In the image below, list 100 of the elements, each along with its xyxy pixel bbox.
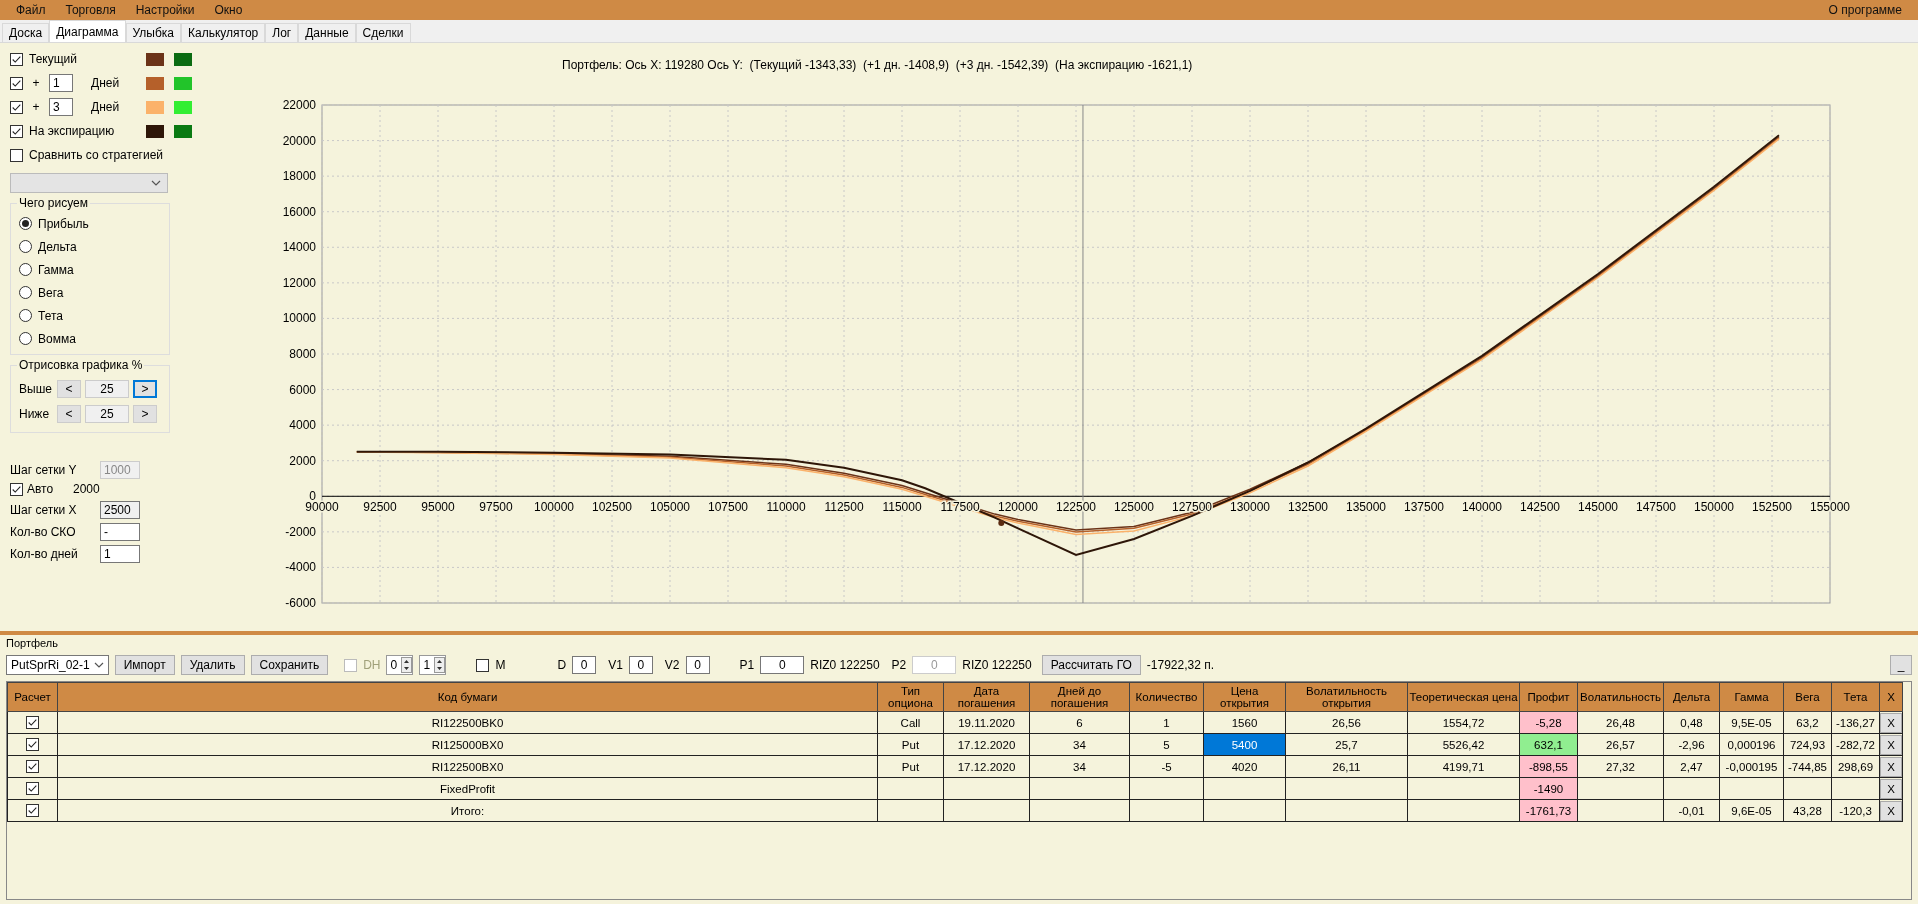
increase-button[interactable]: > [133, 379, 157, 398]
days-input[interactable]: 3 [49, 98, 73, 116]
column-header[interactable]: Цена открытия [1203, 682, 1286, 712]
spin-box[interactable]: 0 [386, 655, 414, 675]
axis-label: 2000 [289, 453, 316, 468]
input-field[interactable]: 0 [572, 656, 597, 674]
checkbox[interactable] [10, 482, 23, 496]
table-cell: 1560 [1203, 711, 1286, 734]
input-field[interactable]: 0 [628, 656, 653, 674]
color-swatch[interactable] [146, 52, 164, 66]
strategy-dropdown[interactable]: PutSprRi_02-1 [6, 655, 109, 675]
column-header[interactable]: Расчет [7, 682, 58, 712]
input-field[interactable]: 2500 [100, 501, 140, 519]
checkbox[interactable] [26, 782, 39, 796]
radio-button[interactable] [19, 263, 32, 276]
table-cell: FixedProfit [57, 777, 878, 800]
color-swatch[interactable] [174, 52, 192, 66]
tab[interactable]: Калькулятор [181, 23, 266, 42]
column-header[interactable]: Теоретическая цена [1407, 682, 1520, 712]
axis-label: 20000 [282, 133, 316, 148]
menu-item[interactable]: Файл [6, 3, 56, 17]
table-cell: -282,72 [1831, 733, 1880, 756]
column-header[interactable]: Дельта [1663, 682, 1720, 712]
column-header[interactable]: Код бумаги [57, 682, 878, 712]
checkbox[interactable] [10, 100, 23, 114]
delete-button[interactable]: X [1880, 734, 1902, 755]
delete-button[interactable]: X [1880, 778, 1902, 799]
column-header[interactable]: Вега [1783, 682, 1832, 712]
checkbox[interactable] [26, 760, 39, 774]
calc-button[interactable]: Рассчитать ГО [1041, 655, 1141, 675]
column-header[interactable]: Тета [1831, 682, 1880, 712]
input-field[interactable]: - [100, 523, 140, 541]
table-cell: 0,000196 [1719, 733, 1784, 756]
color-swatch[interactable] [146, 124, 164, 138]
radio-button[interactable] [19, 286, 32, 299]
table-cell [1783, 777, 1832, 800]
radio-button[interactable] [19, 309, 32, 322]
input-field[interactable]: 0 [760, 656, 805, 674]
toolbar-button[interactable]: Сохранить [250, 655, 329, 675]
column-header[interactable]: Дней до погашения [1029, 682, 1130, 712]
axis-label: 125000 [1114, 500, 1154, 515]
field-label: Кол-во СКО [10, 525, 76, 539]
margin-value: -17922,32 п. [1146, 658, 1215, 672]
checkbox[interactable] [26, 738, 39, 752]
radio-button[interactable] [19, 332, 32, 345]
toolbar-button[interactable]: Импорт [114, 655, 175, 675]
spin-box[interactable]: 1 [419, 655, 447, 675]
tab[interactable]: Данные [298, 23, 356, 42]
radio-button[interactable] [19, 240, 32, 253]
color-swatch[interactable] [174, 100, 192, 114]
color-swatch[interactable] [174, 124, 192, 138]
field-label: Шаг сетки Y [10, 463, 77, 477]
checkbox[interactable] [26, 716, 39, 730]
checkbox[interactable] [10, 52, 23, 66]
tab[interactable]: Сделки [355, 23, 411, 42]
minimize-button[interactable]: _ [1890, 655, 1912, 675]
table-cell: 6 [1029, 711, 1130, 734]
axis-label: 22000 [282, 98, 316, 112]
range-value[interactable]: 25 [85, 379, 129, 398]
input-field[interactable]: 0 [685, 656, 710, 674]
column-header[interactable]: X [1879, 682, 1903, 712]
column-header[interactable]: Количество [1129, 682, 1204, 712]
delete-button[interactable]: X [1880, 756, 1902, 777]
column-header[interactable]: Гамма [1719, 682, 1784, 712]
checkbox[interactable] [10, 76, 23, 90]
days-input[interactable]: 1 [49, 74, 73, 92]
checkbox[interactable] [10, 148, 23, 162]
menu-item[interactable]: Окно [204, 3, 253, 17]
table-cell: Put [877, 755, 944, 778]
field-label: Кол-во дней [10, 547, 78, 561]
radio-button[interactable] [19, 217, 32, 230]
color-swatch[interactable] [146, 76, 164, 90]
menu-item[interactable]: Настройки [125, 3, 205, 17]
column-header[interactable]: Волатильность открытия [1285, 682, 1408, 712]
tab[interactable]: Улыбка [125, 23, 182, 42]
decrease-button[interactable]: < [57, 379, 81, 398]
column-header[interactable]: Дата погашения [943, 682, 1030, 712]
range-value[interactable]: 25 [85, 404, 129, 423]
tab[interactable]: Лог [265, 23, 299, 42]
checkbox[interactable] [476, 658, 490, 672]
column-header[interactable]: Тип опциона [877, 682, 944, 712]
column-header[interactable]: Волатильность [1577, 682, 1664, 712]
color-swatch[interactable] [146, 100, 164, 114]
axis-label: 107500 [708, 500, 748, 515]
column-header[interactable]: Профит [1519, 682, 1578, 712]
increase-button[interactable]: > [133, 404, 157, 423]
axis-label: 18000 [282, 169, 316, 184]
checkbox[interactable] [10, 124, 23, 138]
tab[interactable]: Доска [2, 23, 50, 42]
toolbar-button[interactable]: Удалить [180, 655, 245, 675]
color-swatch[interactable] [174, 76, 192, 90]
delete-button[interactable]: X [1880, 712, 1902, 733]
axis-label: 132500 [1288, 500, 1328, 515]
menu-item[interactable]: Торговля [55, 3, 126, 17]
input-field[interactable]: 1 [100, 545, 140, 563]
delete-button[interactable]: X [1880, 800, 1902, 821]
checkbox[interactable] [26, 804, 39, 818]
tab[interactable]: Диаграмма [49, 20, 126, 42]
decrease-button[interactable]: < [57, 404, 81, 423]
menu-item[interactable]: О программе [1818, 3, 1912, 17]
